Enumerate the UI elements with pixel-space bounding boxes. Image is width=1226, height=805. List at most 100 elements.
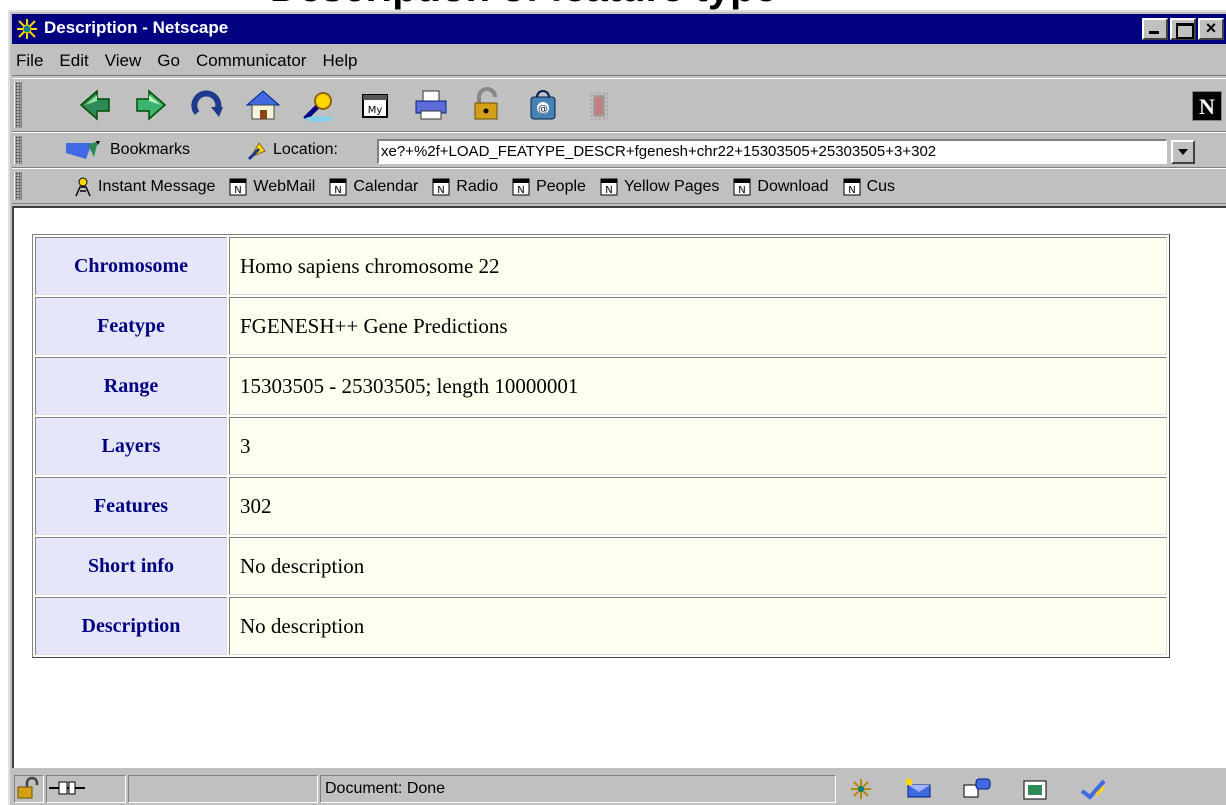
row-value: 15303505 - 25303505; length 10000001 (229, 357, 1167, 415)
bookmark-page-icon: N (512, 178, 530, 196)
checkmark-icon[interactable] (1076, 776, 1110, 802)
navigator-icon[interactable] (844, 776, 878, 802)
personal-item-label: Yellow Pages (623, 178, 720, 195)
personal-item-label: Cus (866, 178, 896, 195)
location-label: Location: (273, 141, 338, 158)
svg-text:N: N (739, 185, 746, 196)
toolbar-grip[interactable] (14, 136, 22, 164)
row-value: 3 (229, 417, 1167, 475)
row-label: Featype (35, 297, 227, 355)
security-icon[interactable] (464, 83, 510, 127)
shop-icon[interactable]: @ (520, 83, 566, 127)
reload-icon[interactable] (184, 83, 230, 127)
personal-item-people[interactable]: N People (512, 177, 586, 197)
minimize-button[interactable] (1142, 18, 1168, 40)
personal-item-label: Instant Message (98, 178, 216, 195)
personal-item-label: People (536, 178, 586, 195)
table-row: Features 302 (35, 477, 1167, 535)
home-icon[interactable] (240, 83, 286, 127)
security-status-cell[interactable] (14, 775, 44, 803)
menu-view[interactable]: View (97, 51, 150, 71)
personal-item-download[interactable]: N Download (733, 177, 829, 197)
search-icon[interactable] (296, 83, 342, 127)
url-input[interactable]: xe?+%2f+LOAD_FEATYPE_DESCR+fgenesh+chr22… (377, 139, 1167, 164)
table-row: Featype FGENESH++ Gene Predictions (35, 297, 1167, 355)
toolbar-grip[interactable] (14, 172, 22, 200)
svg-text:@: @ (538, 104, 548, 115)
window-controls: × (1140, 18, 1224, 40)
personal-item-label: Calendar (353, 178, 419, 195)
mail-icon[interactable] (902, 776, 936, 802)
row-value: No description (229, 597, 1167, 655)
netscape-logo[interactable]: N (1192, 91, 1222, 121)
stop-icon[interactable] (576, 83, 622, 127)
instant-message-icon (75, 177, 91, 197)
composer-icon[interactable] (1018, 776, 1052, 802)
slide-heading-text: Description of feature type (270, 0, 777, 10)
my-netscape-icon[interactable]: My (352, 83, 398, 127)
close-button[interactable]: × (1198, 18, 1224, 40)
personal-item-label: WebMail (253, 178, 316, 195)
svg-text:N: N (235, 185, 242, 196)
menu-go[interactable]: Go (149, 51, 188, 71)
menu-help[interactable]: Help (314, 51, 365, 71)
row-value: FGENESH++ Gene Predictions (229, 297, 1167, 355)
svg-text:N: N (335, 185, 342, 196)
svg-text:N: N (848, 185, 855, 196)
menu-edit[interactable]: Edit (51, 51, 96, 71)
page-content[interactable]: Chromosome Homo sapiens chromosome 22 Fe… (12, 206, 1226, 768)
netscape-app-icon[interactable] (16, 18, 38, 40)
window-title: Description - Netscape (44, 18, 229, 37)
row-label: Features (35, 477, 227, 535)
bookmark-page-icon: N (432, 178, 450, 196)
row-label: Description (35, 597, 227, 655)
personal-item-label: Download (757, 178, 829, 195)
title-bar[interactable]: Description - Netscape × (12, 14, 1226, 44)
discussion-icon[interactable] (960, 776, 994, 802)
table-row: Layers 3 (35, 417, 1167, 475)
row-value: Homo sapiens chromosome 22 (229, 237, 1167, 295)
toolbar-grip[interactable] (14, 82, 22, 128)
table-row: Chromosome Homo sapiens chromosome 22 (35, 237, 1167, 295)
bookmark-page-icon: N (600, 178, 618, 196)
svg-text:N: N (605, 185, 612, 196)
slide-heading: Description of feature type (0, 0, 1226, 10)
row-label: Range (35, 357, 227, 415)
location-label-group: Location: (247, 139, 338, 161)
print-icon[interactable] (408, 83, 454, 127)
bookmarks-button[interactable]: Bookmarks (64, 139, 190, 161)
table-row: Description No description (35, 597, 1167, 655)
personal-item-radio[interactable]: N Radio (432, 177, 498, 197)
progress-cell (128, 775, 318, 803)
status-text: Document: Done (320, 775, 836, 803)
personal-item-instant-message[interactable]: Instant Message (74, 177, 215, 197)
personal-item-yellow-pages[interactable]: N Yellow Pages (600, 177, 719, 197)
bookmarks-icon (66, 141, 100, 159)
forward-icon[interactable] (128, 83, 174, 127)
personal-item-calendar[interactable]: N Calendar (329, 177, 418, 197)
menu-file[interactable]: File (12, 51, 51, 71)
page-proxy-icon[interactable] (247, 139, 269, 161)
maximize-button[interactable] (1170, 18, 1196, 40)
personal-item-customize[interactable]: N Cus (843, 177, 895, 197)
row-label: Short info (35, 537, 227, 595)
browser-window: Description - Netscape × File Edit View … (8, 10, 1226, 805)
description-table: Chromosome Homo sapiens chromosome 22 Fe… (32, 234, 1170, 658)
personal-item-webmail[interactable]: N WebMail (229, 177, 315, 197)
row-value: No description (229, 537, 1167, 595)
svg-text:N: N (438, 185, 445, 196)
location-toolbar: Bookmarks Location: xe?+%2f+LOAD_FEATYPE… (12, 132, 1226, 168)
menu-bar: File Edit View Go Communicator Help (12, 46, 1226, 76)
connection-status-cell[interactable] (46, 775, 126, 803)
svg-text:My: My (368, 105, 383, 116)
row-label: Layers (35, 417, 227, 475)
connection-plug-icon (49, 781, 85, 795)
table-row: Range 15303505 - 25303505; length 100000… (35, 357, 1167, 415)
unlocked-padlock-icon (17, 776, 39, 799)
url-dropdown-button[interactable] (1171, 140, 1195, 164)
component-bar (844, 776, 1134, 802)
back-icon[interactable] (72, 83, 118, 127)
navigation-toolbar: My @ N (12, 78, 1226, 132)
bookmarks-label: Bookmarks (110, 141, 191, 158)
menu-communicator[interactable]: Communicator (188, 51, 315, 71)
